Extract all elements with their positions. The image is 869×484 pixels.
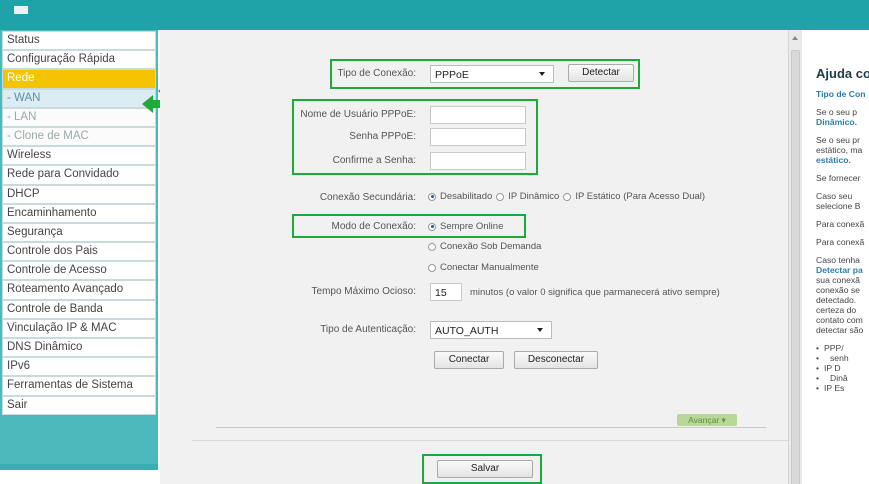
form-divider [216, 427, 766, 428]
auth-type-select[interactable]: AUTO_AUTH [430, 321, 552, 339]
sidebar-item-guest-network[interactable]: Rede para Convidado [2, 165, 156, 185]
help-list-item: IP Es [816, 383, 869, 393]
idle-time-label: Tempo Máximo Ocioso: [311, 286, 416, 297]
help-line: Caso seu [816, 191, 853, 201]
help-paragraph: Se o seu pr estático, ma estático. [816, 135, 869, 165]
help-line: estático. [816, 155, 851, 165]
help-list: PPP/ senh IP D Dinâ IP Es [816, 343, 869, 393]
help-line: selecione B [816, 201, 861, 211]
help-list-item: senh [816, 353, 869, 363]
auth-type-value: AUTO_AUTH [435, 325, 499, 337]
help-line: Detectar pa [816, 265, 863, 275]
connect-button[interactable]: Conectar [434, 351, 504, 369]
radio-dynamic-ip[interactable] [496, 192, 505, 201]
sidebar-item-mac-clone[interactable]: - Clone de MAC [2, 126, 156, 147]
radio-disabled[interactable] [428, 192, 436, 201]
sidebar-menu: Status Configuração Rápida Rede - WAN - … [0, 30, 158, 470]
sidebar-item-forwarding[interactable]: Encaminhamento [2, 203, 156, 223]
help-line: sua conexã [816, 275, 860, 285]
highlight-connection-type [330, 59, 640, 89]
sidebar-item-ipv6[interactable]: IPv6 [2, 357, 156, 377]
header-bar [0, 0, 869, 30]
sidebar-item-network[interactable]: Rede [2, 69, 156, 89]
auth-type-label: Tipo de Autenticação: [320, 324, 416, 335]
main-content: Tipo de Conexão: PPPoE Detectar Nome de … [160, 30, 788, 484]
highlight-connection-mode [292, 214, 526, 238]
sidebar-item-dynamic-dns[interactable]: DNS Dinâmico [2, 338, 156, 358]
secondary-connection-label: Conexão Secundária: [319, 192, 416, 203]
help-line: certeza do [816, 305, 857, 315]
wan-form: Tipo de Conexão: PPPoE Detectar Nome de … [160, 30, 788, 484]
sidebar-item-ip-mac-binding[interactable]: Vinculação IP & MAC [2, 318, 156, 338]
help-line: detectar são [816, 325, 864, 335]
idle-time-field[interactable]: 15 [430, 283, 462, 301]
highlight-save [422, 454, 542, 484]
sidebar-item-access-control[interactable]: Controle de Acesso [2, 261, 156, 281]
help-paragraph: Caso tenha Detectar pa sua conexã conexã… [816, 255, 869, 335]
mode-on-demand-label: Conexão Sob Demanda [440, 241, 542, 252]
help-line: Para conexã [816, 237, 865, 247]
mode-manual-label: Conectar Manualmente [440, 262, 539, 273]
scroll-thumb[interactable] [791, 50, 800, 484]
help-line: contato com [816, 315, 863, 325]
help-line: Se fornecer [816, 173, 861, 183]
idle-time-hint: minutos (o valor 0 significa que parmane… [470, 287, 720, 298]
help-title: Ajuda co [816, 66, 869, 81]
sidebar-item-logout[interactable]: Sair [2, 395, 156, 415]
main-scrollbar[interactable] [788, 30, 802, 484]
sidebar-item-parental-control[interactable]: Controle dos Pais [2, 242, 156, 262]
scroll-up-icon[interactable] [792, 36, 798, 40]
help-line: Para conexã [816, 219, 865, 229]
help-list-item: IP D [816, 363, 869, 373]
help-line: estático, ma [816, 145, 863, 155]
radio-on-demand[interactable] [428, 242, 436, 251]
sidebar-item-status[interactable]: Status [2, 31, 156, 51]
radio-manual[interactable] [428, 263, 436, 272]
radio-disabled-label: Desabilitado [440, 191, 493, 202]
help-paragraph: Caso seu selecione B [816, 191, 869, 211]
sidebar-item-wan[interactable]: - WAN [2, 88, 156, 108]
disconnect-button[interactable]: Desconectar [514, 351, 598, 369]
help-line: detectado. [816, 295, 857, 305]
help-line: Tipo de Con [816, 89, 866, 99]
mode-on-demand[interactable]: Conexão Sob Demanda [428, 241, 541, 252]
sidebar-item-system-tools[interactable]: Ferramentas de Sistema [2, 376, 156, 396]
help-list-item: PPP/ [816, 343, 869, 353]
router-admin-page: { "sidebar": { "items": [ {"label": "Sta… [0, 0, 869, 484]
sidebar-item-security[interactable]: Segurança [2, 222, 156, 243]
help-line: Caso tenha [816, 255, 860, 265]
advanced-button-label: Avançar [688, 415, 720, 425]
save-divider [192, 440, 788, 441]
sidebar-item-quick-setup[interactable]: Configuração Rápida [2, 50, 156, 70]
chevron-down-icon [537, 328, 543, 332]
help-line: Se o seu pr [816, 135, 860, 145]
help-line: Se o seu p [816, 107, 858, 117]
radio-dynamic-ip-label: IP Dinâmico [508, 191, 560, 202]
help-line: Dinâmico. [816, 117, 858, 127]
sidebar-item-dhcp[interactable]: DHCP [2, 184, 156, 204]
idle-time-value: 15 [435, 287, 447, 299]
help-line: conexão se [816, 285, 860, 295]
highlight-credentials [292, 99, 538, 175]
secondary-connection-options: Desabilitado IP Dinâmico IP Estático (Pa… [428, 191, 705, 202]
help-list-item: Dinâ [816, 373, 869, 383]
help-panel: Ajuda co Tipo de Con Se o seu p Dinâmico… [802, 30, 869, 484]
sidebar-item-lan[interactable]: - LAN [2, 107, 156, 127]
radio-static-ip-label: IP Estático (Para Acesso Dual) [575, 191, 706, 202]
sidebar-item-advanced-routing[interactable]: Roteamento Avançado [2, 280, 156, 300]
sidebar-item-bandwidth-control[interactable]: Controle de Banda [2, 299, 156, 319]
advanced-button[interactable]: Avançar ▾ [677, 414, 737, 426]
radio-static-ip[interactable] [563, 192, 572, 201]
sidebar-footer [0, 464, 158, 470]
help-paragraph: Se o seu p Dinâmico. [816, 107, 869, 127]
logo [14, 6, 28, 14]
sidebar-item-wireless[interactable]: Wireless [2, 146, 156, 166]
mode-manual[interactable]: Conectar Manualmente [428, 262, 539, 273]
